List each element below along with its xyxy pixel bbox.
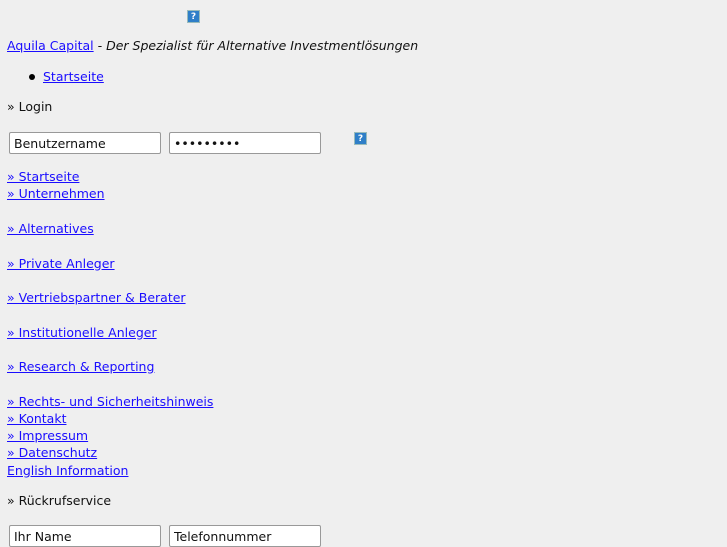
nav-rechtshinweis[interactable]: » Rechts- und Sicherheitshinweis bbox=[7, 394, 213, 410]
nav-research-reporting[interactable]: » Research & Reporting bbox=[7, 359, 154, 375]
nav-kontakt[interactable]: » Kontakt bbox=[7, 411, 66, 427]
name-input[interactable] bbox=[9, 525, 161, 547]
nav-private-anleger[interactable]: » Private Anleger bbox=[7, 256, 115, 272]
nav-english-information[interactable]: English Information bbox=[7, 463, 128, 479]
nav-impressum[interactable]: » Impressum bbox=[7, 428, 88, 444]
phone-input[interactable] bbox=[169, 525, 321, 547]
nav-institutionelle-anleger[interactable]: » Institutionelle Anleger bbox=[7, 325, 157, 341]
header-tagline-line: Aquila Capital - Der Spezialist für Alte… bbox=[7, 38, 418, 54]
password-input[interactable] bbox=[169, 132, 321, 154]
bullet-icon bbox=[29, 74, 35, 80]
login-help-icon[interactable]: ? bbox=[354, 132, 367, 145]
brand-link[interactable]: Aquila Capital bbox=[7, 38, 94, 53]
callback-heading: » Rückrufservice bbox=[7, 493, 112, 508]
nav-alternatives[interactable]: » Alternatives bbox=[7, 221, 94, 237]
login-heading: » Login bbox=[7, 99, 53, 114]
tagline: - Der Spezialist für Alternative Investm… bbox=[97, 38, 419, 53]
nav-vertriebspartner[interactable]: » Vertriebspartner & Berater bbox=[7, 290, 186, 306]
help-icon[interactable]: ? bbox=[187, 10, 200, 23]
nav-datenschutz[interactable]: » Datenschutz bbox=[7, 445, 97, 461]
top-nav-startseite[interactable]: Startseite bbox=[43, 69, 104, 85]
nav-unternehmen[interactable]: » Unternehmen bbox=[7, 186, 105, 202]
nav-startseite[interactable]: » Startseite bbox=[7, 169, 79, 185]
username-input[interactable] bbox=[9, 132, 161, 154]
